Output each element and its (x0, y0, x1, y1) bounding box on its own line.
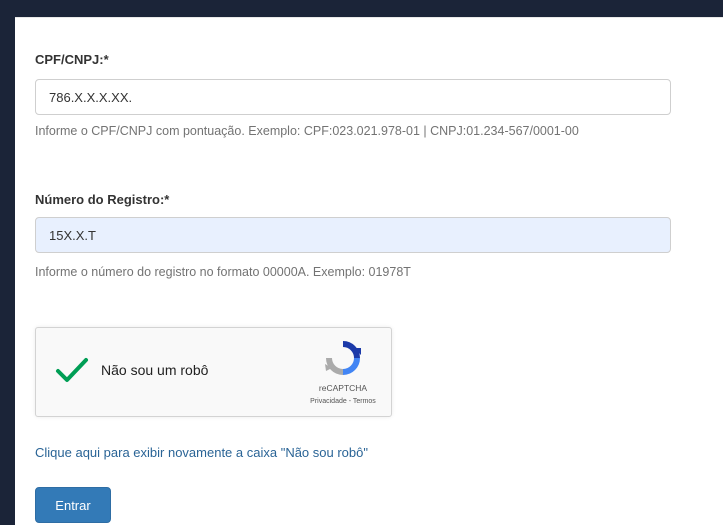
reshow-captcha-link[interactable]: Clique aqui para exibir novamente a caix… (35, 445, 368, 460)
submit-button[interactable]: Entrar (35, 487, 111, 523)
cpf-label: CPF/CNPJ:* (35, 52, 109, 67)
privacy-link[interactable]: Privacidade (310, 398, 347, 405)
captcha-label: Não sou um robô (101, 362, 209, 378)
recaptcha-links: Privacidade - Termos (298, 398, 388, 405)
registro-label: Número do Registro:* (35, 192, 170, 207)
registro-input[interactable] (35, 217, 671, 253)
cpf-help-text: Informe o CPF/CNPJ com pontuação. Exempl… (35, 124, 579, 138)
recaptcha-brand: reCAPTCHA (318, 383, 368, 393)
terms-link[interactable]: Termos (353, 398, 376, 405)
recaptcha-widget: Não sou um robô reCAPTCHA Privacidade - … (35, 327, 392, 417)
checkmark-icon[interactable] (54, 352, 90, 388)
recaptcha-logo-icon (325, 341, 361, 375)
login-form-panel: CPF/CNPJ:* Informe o CPF/CNPJ com pontua… (15, 17, 723, 525)
cpf-input[interactable] (35, 79, 671, 115)
registro-help-text: Informe o número do registro no formato … (35, 265, 411, 279)
